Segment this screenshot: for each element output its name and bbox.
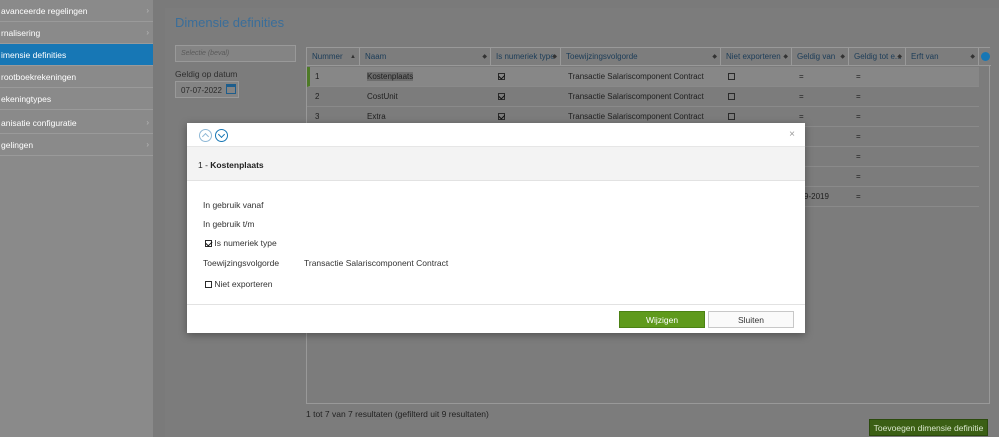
modal-title: 1 - Kostenplaats	[187, 147, 805, 181]
modal-footer: Wijzigen Sluiten	[187, 304, 805, 333]
in-gebruik-tm-label: In gebruik t/m	[203, 219, 255, 229]
sort-icon: ◆	[840, 54, 845, 60]
niet-exporteren-checkbox[interactable]: Niet exporteren	[205, 279, 273, 289]
chevron-right-icon: ›	[146, 140, 149, 149]
calendar-icon[interactable]	[226, 84, 236, 94]
sort-icon: ◆	[783, 54, 788, 60]
sidebar-item-organisatie-configuratie[interactable]: anisatie configuratie ›	[0, 112, 153, 134]
sidebar-item-dimensie-definities[interactable]: imensie definities	[0, 44, 153, 66]
cell-nummer: 2	[315, 92, 320, 101]
chevron-right-icon: ›	[146, 6, 149, 15]
sidebar-item-label: rootboekrekeningen	[1, 72, 77, 82]
sidebar-item-rekeningtypes[interactable]: ekeningtypes	[0, 88, 153, 110]
toewijzingsvolgorde-value: Transactie Salariscomponent Contract	[304, 258, 449, 268]
gear-icon[interactable]	[981, 52, 990, 61]
cell-nummer: 1	[315, 72, 320, 81]
sort-icon: ◆	[482, 54, 487, 60]
sidebar-item-label: avanceerde regelingen	[1, 6, 88, 16]
modal-toolbar: ×	[187, 123, 805, 147]
date-label: Geldig op datum	[175, 69, 238, 79]
sidebar-item-label: gelingen	[1, 140, 34, 150]
cell-numeriek	[493, 87, 505, 107]
add-dimension-definition-button[interactable]: Toevoegen dimensie definitie	[869, 419, 988, 436]
in-gebruik-vanaf-label: In gebruik vanaf	[203, 200, 264, 210]
sidebar-item-grootboekrekeningen[interactable]: rootboekrekeningen	[0, 66, 153, 88]
sidebar-item-label: ekeningtypes	[1, 94, 52, 104]
chevron-right-icon: ›	[146, 118, 149, 127]
sidebar-item-regelingen[interactable]: gelingen ›	[0, 134, 153, 156]
sidebar: avanceerde regelingen › rnalisering › imen…	[0, 0, 153, 437]
checkbox-unchecked-icon	[205, 281, 212, 289]
sort-asc-icon: ▲	[350, 54, 356, 60]
sort-icon: ◆	[970, 54, 975, 60]
cell-geldig-van: =	[799, 92, 804, 101]
column-header-geldig-tot[interactable]: Geldig tot e... ◆	[849, 48, 906, 66]
cell-numeriek	[493, 67, 505, 87]
cell-geldig-tot: =	[856, 72, 861, 81]
cell-niet-exporteren	[723, 87, 735, 107]
page-title: Dimensie definities	[175, 15, 285, 30]
checkbox-checked-icon	[205, 240, 212, 248]
cell-volgorde: Transactie Salariscomponent Contract	[568, 72, 704, 81]
modal-body: In gebruik vanaf In gebruik t/m Is numer…	[187, 181, 805, 304]
chevron-up-icon[interactable]	[199, 129, 212, 142]
cell-geldig-tot: =	[856, 152, 861, 161]
checkbox-checked-icon	[498, 93, 505, 101]
cell-geldig-tot: =	[856, 92, 861, 101]
cell-geldig-tot: =	[856, 192, 861, 201]
cell-volgorde: Transactie Salariscomponent Contract	[568, 92, 704, 101]
sidebar-item-label: imensie definities	[1, 50, 67, 60]
sidebar-item-label: anisatie configuratie	[1, 118, 77, 128]
column-header-erft-van[interactable]: Erft van ◆	[906, 48, 979, 66]
toewijzingsvolgorde-label: Toewijzingsvolgorde	[203, 258, 280, 268]
cell-geldig-tot: =	[856, 172, 861, 181]
column-header-toewijzingsvolgorde[interactable]: Toewijzingsvolgorde ◆	[561, 48, 721, 66]
sort-icon: ◆	[897, 54, 902, 60]
cell-geldig-tot: =	[856, 132, 861, 141]
cell-naam: CostUnit	[367, 92, 398, 101]
cell-naam: Kostenplaats	[367, 72, 414, 81]
checkbox-checked-icon	[498, 113, 505, 121]
column-header-numeriek[interactable]: Is numeriek type ◆	[491, 48, 561, 66]
chevron-down-icon[interactable]	[215, 129, 228, 142]
sluiten-button[interactable]: Sluiten	[708, 311, 794, 328]
table-row[interactable]: 2 CostUnit Transactie Salariscomponent C…	[307, 87, 979, 107]
close-icon[interactable]: ×	[789, 129, 795, 140]
column-header-naam[interactable]: Naam ◆	[360, 48, 491, 66]
selection-filter-input[interactable]: Selectie (beval)	[175, 45, 296, 62]
cell-geldig-tot: =	[856, 112, 861, 121]
cell-geldig-van: =	[799, 72, 804, 81]
sort-icon: ◆	[712, 54, 717, 60]
column-header-nummer[interactable]: Nummer ▲	[307, 48, 360, 66]
checkbox-unchecked-icon	[728, 113, 735, 121]
results-summary: 1 tot 7 van 7 resultaten (gefilterd uit …	[306, 409, 489, 419]
checkbox-checked-icon	[498, 73, 505, 81]
sidebar-item-journalisering[interactable]: rnalisering ›	[0, 22, 153, 44]
table-row[interactable]: 1 Kostenplaats Transactie Salariscompone…	[307, 67, 979, 87]
sidebar-item-geavanceerde-regelingen[interactable]: avanceerde regelingen ›	[0, 0, 153, 22]
checkbox-unchecked-icon	[728, 73, 735, 81]
sidebar-item-label: rnalisering	[1, 28, 41, 38]
sort-icon: ◆	[552, 54, 557, 60]
chevron-right-icon: ›	[146, 28, 149, 37]
wijzigen-button[interactable]: Wijzigen	[619, 311, 705, 328]
grid-header: Nummer ▲ Naam ◆ Is numeriek type ◆ Toewijzi…	[307, 48, 991, 66]
cell-niet-exporteren	[723, 67, 735, 87]
column-header-niet-exporteren[interactable]: Niet exporteren ◆	[721, 48, 792, 66]
is-numeriek-checkbox[interactable]: Is numeriek type	[205, 238, 277, 248]
column-header-geldig-van[interactable]: Geldig van ◆	[792, 48, 849, 66]
detail-modal: × 1 - Kostenplaats In gebruik vanaf In g…	[187, 123, 805, 333]
checkbox-unchecked-icon	[728, 93, 735, 101]
